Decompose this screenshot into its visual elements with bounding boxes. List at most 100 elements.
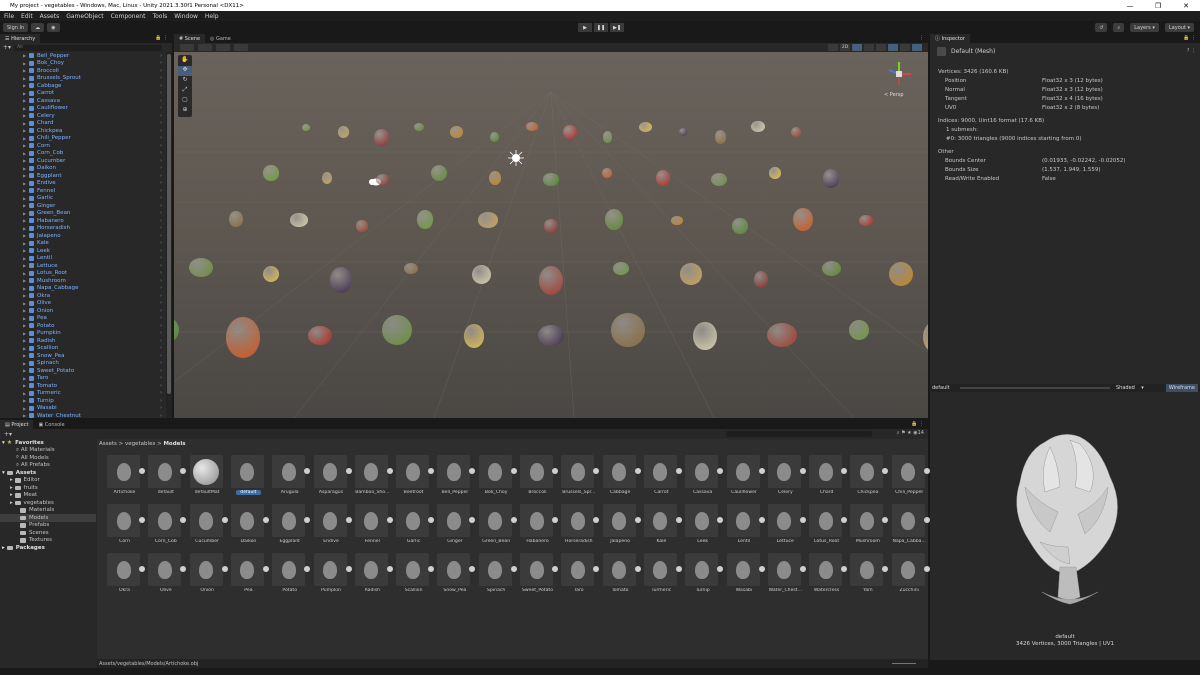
- menu-edit[interactable]: Edit: [21, 13, 33, 20]
- asset-tile[interactable]: Cabbage: [600, 455, 641, 500]
- transform-tool-icon[interactable]: ⊕: [178, 106, 192, 116]
- expand-play-icon[interactable]: [923, 566, 930, 572]
- expand-arrow-icon[interactable]: ▶: [23, 293, 26, 298]
- draw-mode-dropdown[interactable]: [180, 44, 194, 51]
- vegetable-model-icon[interactable]: [859, 215, 873, 226]
- folder-item[interactable]: ▸ fruits: [0, 484, 96, 492]
- expand-play-icon[interactable]: [717, 468, 724, 474]
- hierarchy-item[interactable]: ▶ Napa_Cabbage ›: [0, 285, 164, 293]
- expand-arrow-icon[interactable]: ▶: [23, 278, 26, 283]
- expand-play-icon[interactable]: [139, 468, 145, 474]
- hierarchy-item[interactable]: ▶ Tomato ›: [0, 382, 164, 390]
- asset-tile[interactable]: Eggplant: [269, 504, 311, 549]
- expand-play-icon[interactable]: [799, 517, 806, 523]
- asset-tile[interactable]: Lentil: [724, 504, 765, 549]
- scene-camera-icon[interactable]: [900, 44, 910, 51]
- expand-play-icon[interactable]: [345, 517, 352, 523]
- hierarchy-item[interactable]: ▶ Taro ›: [0, 375, 164, 383]
- vegetable-model-icon[interactable]: [611, 313, 645, 347]
- expand-play-icon[interactable]: [221, 517, 228, 523]
- collab-icon[interactable]: ◉: [47, 23, 60, 32]
- asset-tile[interactable]: Corn: [104, 504, 145, 549]
- restore-button[interactable]: ❐: [1144, 2, 1172, 10]
- favorite-item[interactable]: ⌕ All Models: [0, 454, 96, 462]
- asset-tile[interactable]: Lettuce: [765, 504, 806, 549]
- asset-tile[interactable]: Turnip: [682, 553, 724, 598]
- expand-arrow-icon[interactable]: ▶: [23, 166, 26, 171]
- vegetable-model-icon[interactable]: [889, 262, 913, 286]
- asset-tile[interactable]: Jalapeno: [600, 504, 641, 549]
- tab-scene[interactable]: # Scene: [174, 34, 206, 43]
- step-button[interactable]: ▶❚: [610, 23, 624, 32]
- vegetable-model-icon[interactable]: [602, 168, 612, 178]
- expand-play-icon[interactable]: [428, 468, 435, 474]
- lighting-toggle-icon[interactable]: [852, 44, 862, 51]
- asset-tile[interactable]: Artichoke: [104, 455, 145, 500]
- hierarchy-item[interactable]: ▶ Okra ›: [0, 292, 164, 300]
- hierarchy-item[interactable]: ▶ Scallion ›: [0, 345, 164, 353]
- toggle-2d-button[interactable]: 2D: [840, 44, 850, 51]
- asset-tile[interactable]: Bamboo_Sho...: [352, 455, 393, 500]
- asset-tile[interactable]: Scallion: [393, 553, 435, 598]
- pause-button[interactable]: ❚❚: [594, 23, 608, 32]
- folder-item[interactable]: ▸ vegetables: [0, 499, 96, 507]
- expand-play-icon[interactable]: [552, 517, 558, 523]
- vegetable-model-icon[interactable]: [229, 211, 243, 228]
- asset-tile[interactable]: Green_Bean: [476, 504, 517, 549]
- asset-tile[interactable]: Celery: [765, 455, 806, 500]
- expand-play-icon[interactable]: [139, 566, 145, 572]
- expand-play-icon[interactable]: [510, 517, 517, 523]
- vegetable-model-icon[interactable]: [376, 174, 390, 185]
- expand-arrow-icon[interactable]: ▶: [23, 331, 26, 336]
- expand-arrow-icon[interactable]: ▶: [23, 188, 26, 193]
- expand-arrow-icon[interactable]: ▶: [23, 256, 26, 261]
- asset-tile[interactable]: default: [145, 455, 187, 500]
- asset-tile[interactable]: defaultMat: [187, 455, 228, 500]
- vegetable-model-icon[interactable]: [189, 258, 213, 278]
- expand-play-icon[interactable]: [262, 517, 269, 523]
- asset-tile[interactable]: Leek: [682, 504, 724, 549]
- hierarchy-item[interactable]: ▶ Onion ›: [0, 307, 164, 315]
- vegetable-model-icon[interactable]: [263, 165, 279, 181]
- hierarchy-item[interactable]: ▶ Brussels_Sprout ›: [0, 75, 164, 83]
- rotate-tool-icon[interactable]: ↻: [178, 76, 192, 86]
- expand-play-icon[interactable]: [428, 517, 435, 523]
- expand-play-icon[interactable]: [139, 517, 145, 523]
- hierarchy-item[interactable]: ▶ Water_Chestnut ›: [0, 412, 164, 418]
- folder-item[interactable]: ▸ Editor: [0, 477, 96, 485]
- tab-console[interactable]: ▣ Console: [33, 420, 69, 429]
- asset-tile[interactable]: Napa_Cabba...: [889, 504, 930, 549]
- directional-light-icon[interactable]: [508, 150, 524, 166]
- hierarchy-item[interactable]: ▶ Lettuce ›: [0, 262, 164, 270]
- hierarchy-item[interactable]: ▶ Chili_Pepper ›: [0, 135, 164, 143]
- artichoke-preview-icon[interactable]: [930, 392, 1200, 642]
- asset-tile[interactable]: Pumpkin: [311, 553, 352, 598]
- hierarchy-item[interactable]: ▶ Wasabi ›: [0, 405, 164, 413]
- asset-tile[interactable]: Turmeric: [641, 553, 682, 598]
- asset-tile[interactable]: Olive: [145, 553, 187, 598]
- menu-assets[interactable]: Assets: [40, 13, 60, 20]
- preview-drag-bar[interactable]: [960, 387, 1110, 389]
- asset-tile[interactable]: Fennel: [352, 504, 393, 549]
- asset-tile[interactable]: Corn_Cob: [145, 504, 187, 549]
- asset-tile[interactable]: Beetroot: [393, 455, 435, 500]
- menu-help[interactable]: Help: [205, 13, 219, 20]
- minimize-button[interactable]: —: [1116, 2, 1144, 10]
- expand-arrow-icon[interactable]: ▶: [23, 383, 26, 388]
- vegetable-model-icon[interactable]: [732, 218, 748, 234]
- vegetable-model-icon[interactable]: [605, 209, 623, 231]
- expand-arrow-icon[interactable]: ▶: [23, 398, 26, 403]
- hierarchy-item[interactable]: ▶ Garlic ›: [0, 195, 164, 203]
- play-button[interactable]: ▶: [578, 23, 592, 32]
- expand-play-icon[interactable]: [717, 517, 724, 523]
- expand-arrow-icon[interactable]: ▶: [23, 376, 26, 381]
- vegetable-model-icon[interactable]: [330, 267, 352, 294]
- expand-arrow-icon[interactable]: ▶: [23, 143, 26, 148]
- asset-tile[interactable]: Brussels_Spr...: [558, 455, 600, 500]
- vegetable-model-icon[interactable]: [793, 208, 813, 232]
- expand-play-icon[interactable]: [882, 566, 889, 572]
- vegetable-model-icon[interactable]: [226, 317, 260, 358]
- expand-play-icon[interactable]: [841, 517, 848, 523]
- expand-arrow-icon[interactable]: ▶: [23, 211, 26, 216]
- asset-tile[interactable]: Garlic: [393, 504, 435, 549]
